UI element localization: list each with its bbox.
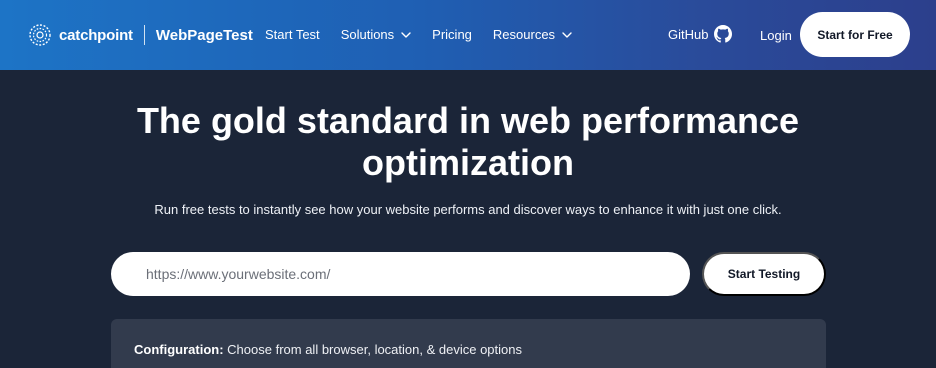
github-link[interactable]: GitHub [668, 25, 733, 43]
brand-name: catchpoint [59, 26, 133, 44]
nav-resources[interactable]: Resources [493, 27, 572, 42]
hero-subtitle: Run free tests to instantly see how your… [154, 202, 782, 217]
login-link[interactable]: Login [760, 28, 792, 43]
brand-logo[interactable]: catchpoint WebPageTest [28, 24, 253, 46]
hero-title: The gold standard in web performance opt… [0, 100, 936, 184]
hero-title-line2: optimization [362, 142, 574, 183]
main-nav: Start Test Solutions Pricing Resources [265, 27, 593, 42]
nav-start-test[interactable]: Start Test [265, 27, 320, 42]
github-label: GitHub [668, 26, 709, 42]
configuration-description: Choose from all browser, location, & dev… [227, 342, 522, 357]
nav-resources-label: Resources [492, 27, 556, 42]
nav-pricing[interactable]: Pricing [432, 27, 472, 42]
configuration-label: Configuration: [134, 342, 224, 357]
product-name: WebPageTest [155, 26, 253, 44]
chevron-down-icon [401, 31, 411, 38]
nav-pricing-label: Pricing [432, 27, 472, 42]
hero-title-line1: The gold standard in web performance [136, 100, 800, 141]
url-input[interactable] [111, 252, 690, 296]
configuration-text: Configuration: Choose from all browser, … [134, 342, 522, 357]
configuration-panel[interactable]: Configuration: Choose from all browser, … [111, 319, 826, 368]
start-for-free-button[interactable]: Start for Free [800, 12, 910, 57]
catchpoint-logo-icon [28, 24, 52, 46]
nav-solutions[interactable]: Solutions [341, 27, 411, 42]
nav-solutions-label: Solutions [340, 27, 395, 42]
nav-start-test-label: Start Test [265, 27, 320, 42]
top-navigation-bar: catchpoint WebPageTest Start Test Soluti… [0, 0, 936, 70]
github-icon [714, 25, 733, 43]
start-testing-button[interactable]: Start Testing [702, 252, 826, 296]
brand-divider [143, 25, 145, 45]
chevron-down-icon [562, 31, 572, 38]
